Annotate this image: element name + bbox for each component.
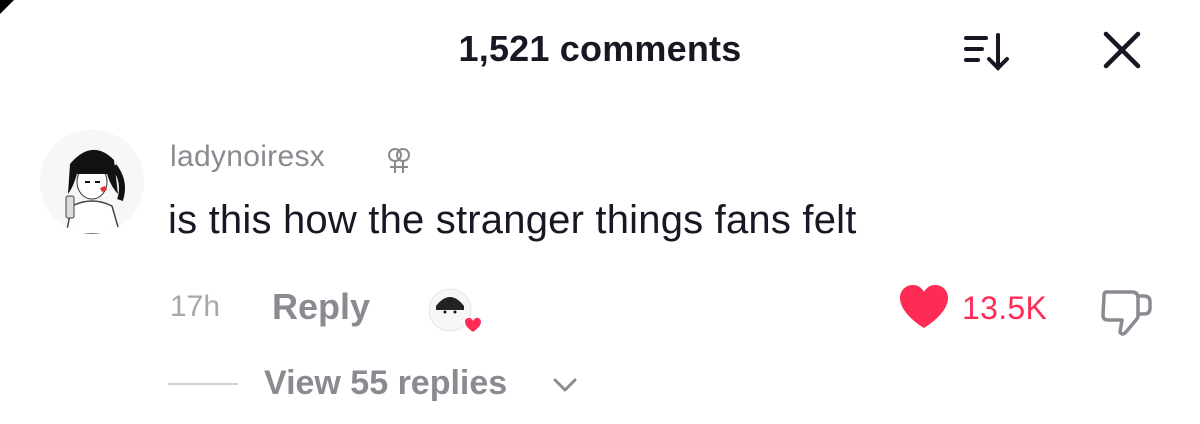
sort-button[interactable]	[962, 30, 1014, 74]
avatar-illustration	[40, 130, 144, 234]
creator-liked-avatar-icon	[428, 288, 484, 335]
gender-symbol-icon	[388, 148, 410, 173]
comment-username[interactable]: ladynoiresx	[170, 140, 325, 174]
replies-divider	[168, 383, 238, 385]
like-heart-icon[interactable]	[898, 284, 950, 330]
sort-list-icon	[964, 33, 1009, 71]
chevron-down-icon[interactable]	[552, 376, 578, 394]
comment-text: is this how the stranger things fans fel…	[168, 198, 857, 242]
reply-button[interactable]: Reply	[272, 286, 370, 328]
comments-count-title: 1,521 comments	[458, 28, 742, 69]
view-replies-button[interactable]: View 55 replies	[264, 364, 507, 403]
close-icon	[1103, 31, 1141, 69]
user-avatar[interactable]	[40, 130, 144, 234]
like-count: 13.5K	[962, 290, 1048, 326]
close-button[interactable]	[1100, 28, 1144, 72]
comment-timestamp: 17h	[170, 290, 221, 323]
corner-mark	[0, 0, 14, 14]
dislike-thumb-icon[interactable]	[1098, 286, 1156, 338]
